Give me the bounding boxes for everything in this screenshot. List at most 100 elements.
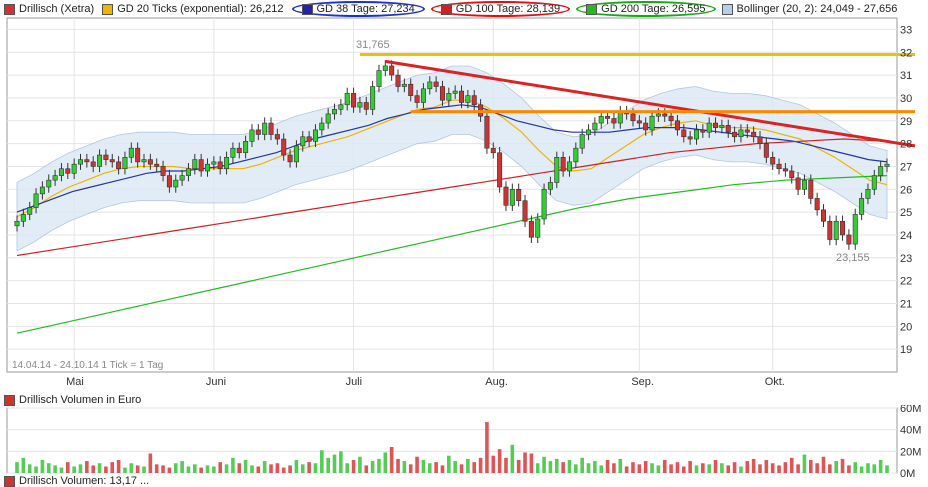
candle: [224, 157, 230, 170]
volume-bar: [656, 465, 661, 473]
candle: [471, 95, 477, 106]
volume-bar: [154, 464, 159, 473]
candle: [757, 136, 763, 144]
y-tick-label: 23: [900, 253, 912, 265]
candle: [528, 220, 534, 238]
volume-bar: [345, 463, 350, 473]
volume-bar: [408, 464, 413, 473]
candle: [325, 113, 331, 124]
candle: [878, 166, 884, 176]
candle: [90, 161, 96, 167]
volume-bar: [561, 462, 565, 473]
candle: [243, 141, 249, 154]
volume-bar: [853, 462, 858, 473]
volume-bar: [713, 460, 718, 473]
volume-bar: [726, 465, 731, 473]
volume-bar: [466, 458, 470, 473]
candle: [439, 86, 445, 101]
candle: [509, 188, 515, 206]
candle: [497, 152, 503, 188]
volume-bar: [631, 462, 635, 473]
candle: [681, 129, 687, 138]
price-chart: 19 20 21 22 23 24 25 26 27 28 29 30 31 32 33 Mai Juni Ju…: [6, 17, 916, 388]
candle: [300, 136, 306, 147]
volume-bar: [332, 454, 337, 473]
candle: [255, 129, 261, 135]
candle: [744, 129, 750, 133]
volume-bar: [707, 464, 711, 473]
candle: [763, 143, 769, 158]
volume-bar: [421, 460, 426, 473]
candle: [566, 161, 572, 172]
candle: [14, 220, 20, 227]
candle: [109, 159, 115, 163]
candle: [236, 147, 242, 154]
candle: [71, 163, 77, 174]
candle: [541, 188, 547, 220]
volume-bar: [320, 450, 324, 473]
candle: [859, 198, 865, 215]
x-tick-label: Juni: [206, 376, 226, 388]
volume-bar: [859, 466, 864, 473]
volume-bar: [459, 464, 464, 473]
volume-bar: [681, 466, 686, 473]
candle: [344, 93, 350, 106]
volume-bar: [580, 457, 584, 473]
volume-bar: [497, 449, 502, 473]
volume-bar: [840, 458, 845, 473]
volume-bar: [758, 464, 762, 473]
y-tick-label: 29: [900, 116, 912, 128]
candle: [560, 157, 566, 172]
candle: [179, 175, 185, 181]
volume-bar: [650, 463, 654, 473]
volume-bar: [548, 461, 553, 473]
volume-bar: [491, 455, 496, 473]
volume-bar: [224, 464, 229, 473]
y-tick-label: 33: [900, 24, 912, 36]
volume-bar: [434, 462, 438, 473]
volume-bar: [46, 463, 51, 473]
volume-bar: [148, 453, 153, 473]
candle: [693, 129, 699, 140]
volume-bar: [97, 463, 102, 473]
volume-bar: [142, 466, 146, 473]
volume-bar: [834, 461, 838, 473]
volume-bar: [478, 457, 483, 473]
volume-bar: [783, 462, 788, 473]
candle: [522, 200, 528, 222]
candle: [611, 118, 617, 124]
volume-bar: [510, 444, 515, 473]
candle: [592, 122, 598, 131]
volume-bar: [789, 457, 794, 473]
volume-bar: [815, 463, 819, 473]
y-tick-label: 22: [900, 276, 912, 288]
candle: [459, 90, 465, 103]
volume-bar: [129, 463, 134, 473]
candle: [351, 93, 357, 108]
volume-bar: [866, 463, 870, 473]
candle: [770, 157, 776, 165]
candle: [20, 214, 26, 222]
candle: [674, 120, 680, 131]
price-x-axis: Mai Juni Juli Aug. Sep. Okt.: [66, 376, 785, 388]
volume-bar: [389, 447, 394, 473]
volume-bar: [186, 466, 191, 473]
volume-bar: [739, 466, 743, 473]
volume-bar: [427, 463, 432, 473]
y-tick-label: 32: [900, 47, 912, 59]
candle: [643, 122, 649, 131]
candle: [363, 102, 369, 110]
candle: [827, 220, 833, 240]
volume-y-tick: 40M: [900, 425, 921, 437]
low-annotation: 23,155: [836, 252, 870, 264]
price-y-axis: 19 20 21 22 23 24 25 26 27 28 29 30 31 32 33: [900, 24, 912, 356]
volume-bar: [669, 464, 673, 473]
volume-bar: [796, 464, 800, 473]
volume-bar: [516, 460, 521, 473]
volume-bar: [313, 463, 318, 473]
volume-bar: [612, 463, 616, 473]
volume-bar: [523, 452, 527, 473]
candle: [46, 179, 52, 188]
volume-bar: [66, 462, 70, 473]
candle: [795, 177, 801, 190]
